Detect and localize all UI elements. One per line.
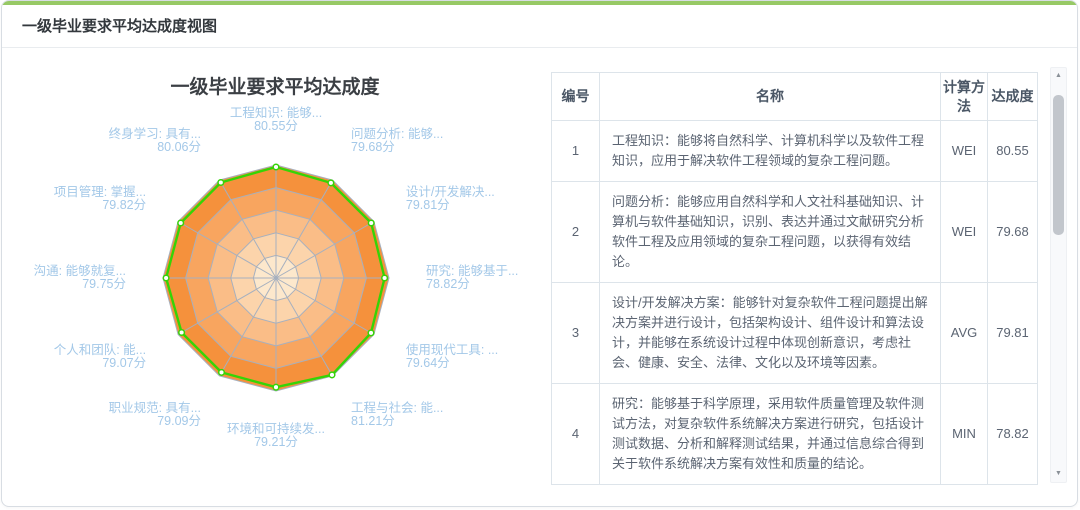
radar-axis-label: 问题分析: 能够...79.68分 [351, 127, 443, 154]
radar-data-point [218, 180, 224, 186]
row-score: 79.68 [988, 182, 1038, 283]
column-header-id: 编号 [552, 73, 600, 121]
radar-axis-label: 终身学习: 具有...80.06分 [109, 126, 201, 154]
radar-data-point [163, 275, 169, 281]
requirements-table: 编号 名称 计算方法 达成度 1工程知识：能够将自然科学、计算机科学以及软件工程… [551, 72, 1038, 485]
radar-data-point [368, 220, 374, 226]
table-scrollbar[interactable]: ▲ ▼ [1050, 67, 1067, 483]
radar-data-point [179, 330, 185, 336]
scrollbar-thumb[interactable] [1053, 95, 1064, 235]
column-header-score: 达成度 [988, 73, 1038, 121]
row-id: 1 [552, 121, 600, 182]
radar-chart-panel: 一级毕业要求平均达成度 工程知识: 能够...80.55分问题分析: 能够...… [2, 48, 548, 506]
row-score: 79.81 [988, 283, 1038, 384]
table-row: 4研究：能够基于科学原理，采用软件质量管理及软件测试方法，对复杂软件系统解决方案… [552, 384, 1038, 485]
content-area: 一级毕业要求平均达成度 工程知识: 能够...80.55分问题分析: 能够...… [2, 48, 1077, 506]
radar-axis-label: 沟通: 能够就复...79.75分 [34, 263, 126, 291]
row-id: 4 [552, 384, 600, 485]
requirements-table-panel: 编号 名称 计算方法 达成度 1工程知识：能够将自然科学、计算机科学以及软件工程… [548, 48, 1077, 506]
row-name: 工程知识：能够将自然科学、计算机科学以及软件工程知识，应用于解决软件工程领域的复… [600, 121, 941, 182]
view-card: 一级毕业要求平均达成度视图 一级毕业要求平均达成度 工程知识: 能够...80.… [1, 0, 1078, 507]
row-id: 3 [552, 283, 600, 384]
radar-axis-label: 项目管理: 掌握...79.82分 [54, 184, 146, 212]
table-row: 1工程知识：能够将自然科学、计算机科学以及软件工程知识，应用于解决软件工程领域的… [552, 121, 1038, 182]
row-id: 2 [552, 182, 600, 283]
radar-axis-label: 工程与社会: 能...81.21分 [351, 400, 443, 428]
row-score: 80.55 [988, 121, 1038, 182]
chart-title: 一级毕业要求平均达成度 [2, 72, 548, 99]
radar-data-point [328, 180, 334, 186]
radar-data-point [368, 330, 374, 336]
radar-axis-label: 工程知识: 能够...80.55分 [230, 105, 322, 133]
radar-data-point [273, 164, 279, 170]
scroll-up-icon[interactable]: ▲ [1051, 69, 1066, 83]
scroll-down-icon[interactable]: ▼ [1051, 467, 1066, 481]
radar-data-point [178, 220, 184, 226]
radar-data-point [273, 384, 279, 390]
page-title: 一级毕业要求平均达成度视图 [2, 5, 1077, 48]
radar-chart[interactable]: 工程知识: 能够...80.55分问题分析: 能够...79.68分设计/开发解… [2, 48, 548, 506]
radar-axis-label: 个人和团队: 能...79.07分 [54, 342, 146, 370]
radar-data-point [219, 370, 225, 376]
row-name: 问题分析：能够应用自然科学和人文社科基础知识、计算机与软件基础知识，识别、表达并… [600, 182, 941, 283]
radar-data-point [329, 372, 335, 378]
radar-axis-label: 使用现代工具: ...79.64分 [406, 342, 498, 370]
column-header-method: 计算方法 [941, 73, 988, 121]
row-name: 研究：能够基于科学原理，采用软件质量管理及软件测试方法，对复杂软件系统解决方案进… [600, 384, 941, 485]
row-method: WEI [941, 182, 988, 283]
row-method: AVG [941, 283, 988, 384]
radar-axis-label: 设计/开发解决...79.81分 [406, 184, 495, 212]
row-method: MIN [941, 384, 988, 485]
radar-axis-label: 职业规范: 具有...79.09分 [109, 400, 201, 428]
radar-axis-label: 研究: 能够基于...78.82分 [426, 263, 518, 291]
radar-data-point [382, 275, 388, 281]
table-header-row: 编号 名称 计算方法 达成度 [552, 73, 1038, 121]
table-row: 2问题分析：能够应用自然科学和人文社科基础知识、计算机与软件基础知识，识别、表达… [552, 182, 1038, 283]
radar-axis-label: 环境和可持续发...79.21分 [227, 421, 325, 449]
row-score: 78.82 [988, 384, 1038, 485]
row-name: 设计/开发解决方案：能够针对复杂软件工程问题提出解决方案并进行设计，包括架构设计… [600, 283, 941, 384]
column-header-name: 名称 [600, 73, 941, 121]
row-method: WEI [941, 121, 988, 182]
table-row: 3设计/开发解决方案：能够针对复杂软件工程问题提出解决方案并进行设计，包括架构设… [552, 283, 1038, 384]
